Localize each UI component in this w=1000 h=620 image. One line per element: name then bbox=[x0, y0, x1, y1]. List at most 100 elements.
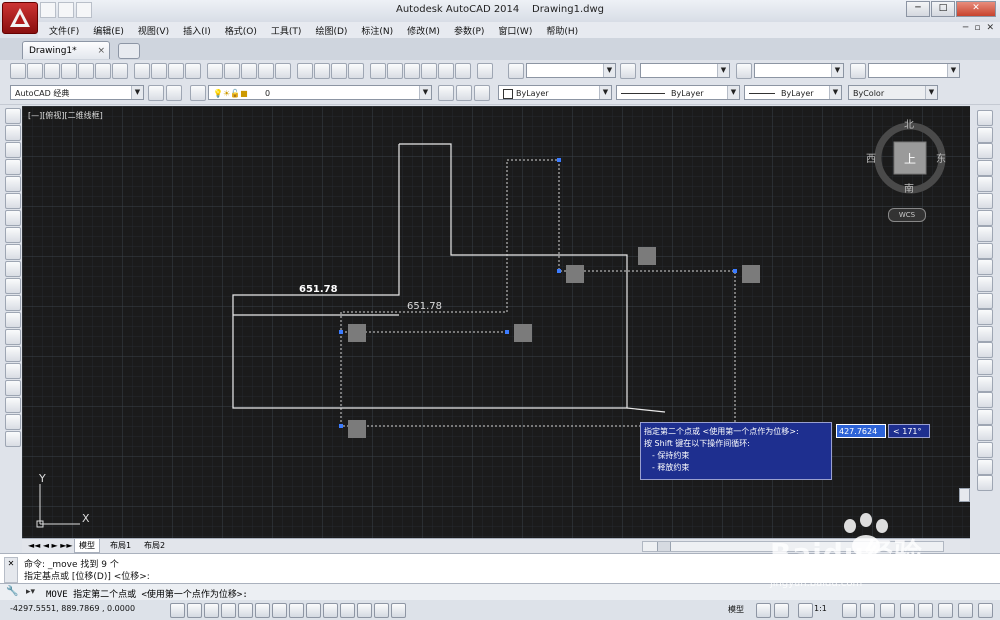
ellipse-icon[interactable] bbox=[5, 261, 21, 277]
tool-palettes-icon[interactable] bbox=[404, 63, 420, 79]
compass-south[interactable]: 南 bbox=[904, 180, 914, 195]
break-icon[interactable] bbox=[977, 309, 993, 326]
explode-icon[interactable] bbox=[977, 392, 993, 409]
wrench-icon[interactable]: 🔧 bbox=[6, 586, 18, 597]
array-icon[interactable] bbox=[977, 176, 993, 193]
redo-list-icon[interactable] bbox=[275, 63, 291, 79]
lineweight-toggle-icon[interactable] bbox=[340, 603, 355, 618]
copy-object-icon[interactable] bbox=[977, 126, 993, 143]
object-snap-toggle-icon[interactable] bbox=[255, 603, 270, 618]
layer-match-icon[interactable] bbox=[474, 85, 490, 101]
table-style-select[interactable]: ▼ bbox=[754, 63, 844, 78]
add-selected-icon[interactable] bbox=[5, 431, 21, 447]
viewcube[interactable]: 北 南 东 西 上 bbox=[866, 112, 950, 212]
match-properties-icon[interactable] bbox=[185, 63, 201, 79]
menu-item[interactable]: 参数(P) bbox=[447, 24, 491, 37]
stretch-icon[interactable] bbox=[977, 242, 993, 259]
quick-properties-toggle-icon[interactable] bbox=[374, 603, 389, 618]
offset-icon[interactable] bbox=[977, 159, 993, 176]
menu-item[interactable]: 插入(I) bbox=[176, 24, 218, 37]
menu-item[interactable]: 修改(M) bbox=[400, 24, 447, 37]
menu-item[interactable]: 编辑(E) bbox=[86, 24, 131, 37]
chamfer-icon[interactable] bbox=[977, 342, 993, 359]
distance-input[interactable]: 427.7624 bbox=[836, 424, 886, 438]
cut-icon[interactable] bbox=[134, 63, 150, 79]
region-icon[interactable] bbox=[5, 380, 21, 396]
save-icon[interactable] bbox=[44, 63, 60, 79]
ellipse-arc-icon[interactable] bbox=[5, 278, 21, 294]
transparency-toggle-icon[interactable] bbox=[357, 603, 372, 618]
grip[interactable] bbox=[742, 265, 760, 283]
zoom-previous-icon[interactable] bbox=[348, 63, 364, 79]
workspace-select[interactable]: AutoCAD 经典 ▼ bbox=[10, 85, 144, 100]
make-current-layer-icon[interactable] bbox=[438, 85, 454, 101]
paste-icon[interactable] bbox=[168, 63, 184, 79]
menu-item[interactable]: 绘图(D) bbox=[308, 24, 354, 37]
ortho-mode-toggle-icon[interactable] bbox=[221, 603, 236, 618]
zoom-realtime-icon[interactable] bbox=[314, 63, 330, 79]
grip[interactable] bbox=[348, 420, 366, 438]
new-icon[interactable] bbox=[10, 63, 26, 79]
help-icon[interactable] bbox=[477, 63, 493, 79]
close-button[interactable]: ✕ bbox=[956, 1, 996, 17]
construction-line-icon[interactable] bbox=[5, 125, 21, 141]
color-select[interactable]: ByLayer ▼ bbox=[498, 85, 612, 100]
table-style-icon[interactable] bbox=[736, 63, 752, 79]
doc-minimize-button[interactable]: ─ bbox=[963, 23, 968, 33]
wcs-menu[interactable]: WCS bbox=[888, 208, 926, 222]
snap-mode-toggle-icon[interactable] bbox=[187, 603, 202, 618]
tab-close-icon[interactable]: × bbox=[97, 42, 105, 60]
object-snap-tracking-toggle-icon[interactable] bbox=[289, 603, 304, 618]
compass-north[interactable]: 北 bbox=[904, 116, 914, 131]
text-style-select[interactable]: ▼ bbox=[526, 63, 616, 78]
hatch-icon[interactable] bbox=[5, 346, 21, 362]
send-back-icon[interactable] bbox=[977, 442, 993, 458]
doc-restore-button[interactable]: ▫ bbox=[974, 23, 980, 33]
viewport-controls[interactable]: [—][俯视][二维线框] bbox=[28, 110, 103, 121]
blend-icon[interactable] bbox=[977, 375, 993, 392]
spline-icon[interactable] bbox=[5, 244, 21, 260]
vertical-scrollbar[interactable] bbox=[958, 108, 970, 538]
arc-icon[interactable] bbox=[5, 193, 21, 209]
draw-order-icon[interactable] bbox=[977, 408, 993, 425]
menu-item[interactable]: 格式(O) bbox=[218, 24, 264, 37]
scale-icon[interactable] bbox=[977, 226, 993, 243]
markup-icon[interactable] bbox=[438, 63, 454, 79]
scroll-thumb[interactable] bbox=[657, 542, 671, 551]
bring-front-icon[interactable] bbox=[977, 425, 993, 442]
gradient-icon[interactable] bbox=[5, 363, 21, 379]
zoom-window-icon[interactable] bbox=[331, 63, 347, 79]
send-under-icon[interactable] bbox=[977, 475, 993, 492]
doc-close-button[interactable]: ✕ bbox=[986, 23, 994, 33]
pan-icon[interactable] bbox=[297, 63, 313, 79]
grip[interactable] bbox=[348, 324, 366, 342]
polygon-icon[interactable] bbox=[5, 159, 21, 175]
tab-model[interactable]: 模型 bbox=[74, 539, 100, 553]
plot-icon[interactable] bbox=[61, 63, 77, 79]
3d-dwf-icon[interactable] bbox=[112, 63, 128, 79]
dimension-style-select[interactable]: ▼ bbox=[640, 63, 730, 78]
extend-icon[interactable] bbox=[977, 276, 993, 292]
plotstyle-select[interactable]: ByColor ▼ bbox=[848, 85, 938, 100]
compass-east[interactable]: 东 bbox=[936, 150, 946, 165]
command-close-icon[interactable]: ✕ bbox=[4, 557, 18, 583]
3d-object-snap-toggle-icon[interactable] bbox=[272, 603, 287, 618]
text-style-icon[interactable] bbox=[508, 63, 524, 79]
tab-nav-arrows-icon[interactable]: ◄◄ ◄ ► ►► bbox=[24, 539, 77, 552]
move-icon[interactable] bbox=[977, 193, 993, 209]
block-editor-icon[interactable] bbox=[207, 63, 223, 79]
polar-tracking-toggle-icon[interactable] bbox=[238, 603, 253, 618]
grid-display-toggle-icon[interactable] bbox=[204, 603, 219, 618]
new-tab-button[interactable] bbox=[118, 43, 140, 59]
multileader-style-select[interactable]: ▼ bbox=[868, 63, 960, 78]
publish-icon[interactable] bbox=[95, 63, 111, 79]
revision-cloud-icon[interactable] bbox=[5, 227, 21, 243]
join-icon[interactable] bbox=[977, 325, 993, 342]
layer-previous-icon[interactable] bbox=[456, 85, 472, 101]
redo-icon[interactable] bbox=[258, 63, 274, 79]
table-icon[interactable] bbox=[5, 397, 21, 413]
circle-icon[interactable] bbox=[5, 210, 21, 226]
model-space-button[interactable]: 模型 bbox=[728, 604, 744, 615]
tab-layout2[interactable]: 布局2 bbox=[140, 539, 169, 552]
compass-west[interactable]: 西 bbox=[866, 150, 876, 165]
